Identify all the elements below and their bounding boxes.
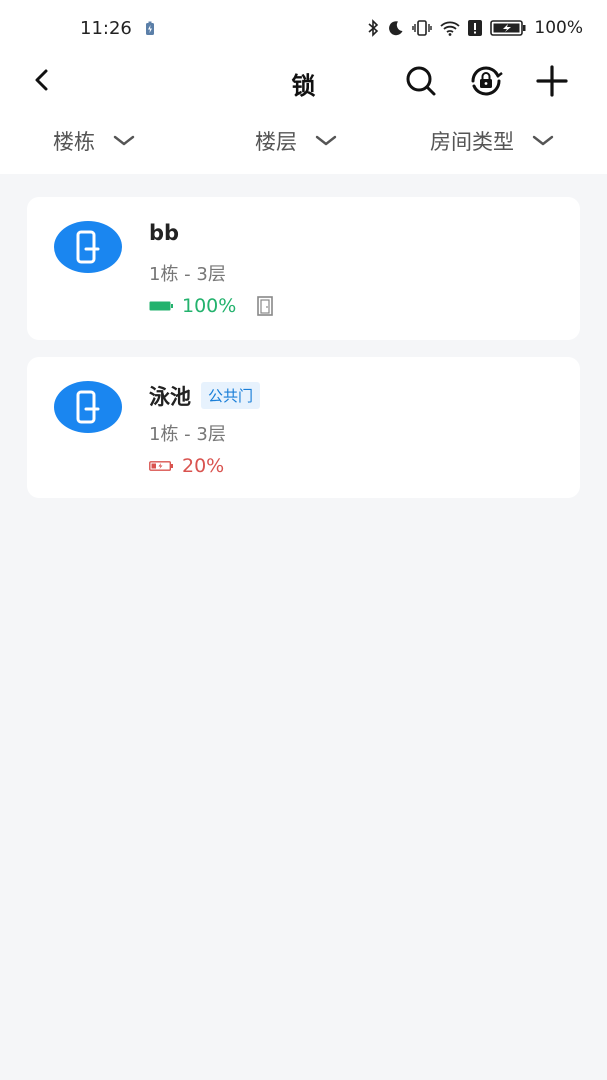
battery-icon (490, 20, 526, 36)
battery-saver-icon (146, 21, 154, 35)
page-title: 锁 (291, 72, 316, 100)
door-lock-icon (76, 230, 100, 264)
lock-name: 泳池 公共门 (149, 381, 261, 411)
lock-name: bb (149, 221, 180, 245)
lock-location: 1栋 - 3层 (149, 264, 226, 285)
chevron-down-icon (113, 135, 135, 146)
status-bar: 11:26 100% (0, 0, 607, 58)
lock-avatar (54, 381, 122, 433)
vibrate-icon (412, 20, 433, 36)
chevron-down-icon (532, 135, 554, 146)
lock-avatar (54, 221, 122, 273)
filter-bar: 楼栋 楼层 房间类型 (0, 114, 607, 174)
filter-label: 楼层 (255, 130, 297, 154)
filter-floor[interactable]: 楼层 (255, 126, 337, 156)
filter-building[interactable]: 楼栋 (53, 126, 135, 156)
search-icon[interactable] (404, 64, 438, 98)
filter-label: 房间类型 (430, 130, 514, 154)
battery-percent: 20% (182, 455, 225, 477)
battery-percent: 100% (182, 295, 237, 317)
battery-percent: 100% (534, 18, 583, 38)
lock-location: 1栋 - 3层 (149, 424, 226, 445)
filter-room-type[interactable]: 房间类型 (430, 126, 554, 156)
door-icon (257, 296, 274, 316)
battery-full-icon (149, 301, 173, 311)
moon-icon (389, 21, 403, 36)
battery-low-icon (149, 461, 173, 471)
public-door-tag: 公共门 (201, 382, 261, 409)
lock-battery: 20% (149, 455, 224, 477)
door-lock-icon (76, 390, 100, 424)
lock-battery: 100% (149, 295, 274, 317)
bluetooth-icon (368, 19, 379, 37)
chevron-down-icon (315, 135, 337, 146)
lock-card[interactable]: bb 1栋 - 3层 100% (27, 197, 580, 340)
status-icons: 100% (366, 18, 583, 38)
add-icon[interactable] (535, 64, 569, 98)
nav-bar: 锁 (0, 58, 607, 114)
alert-icon (468, 20, 483, 36)
lock-sync-icon[interactable] (468, 64, 504, 98)
filter-label: 楼栋 (53, 130, 95, 154)
status-time: 11:26 (80, 18, 132, 39)
wifi-icon (440, 21, 461, 36)
lock-card[interactable]: 泳池 公共门 1栋 - 3层 20% (27, 357, 580, 498)
